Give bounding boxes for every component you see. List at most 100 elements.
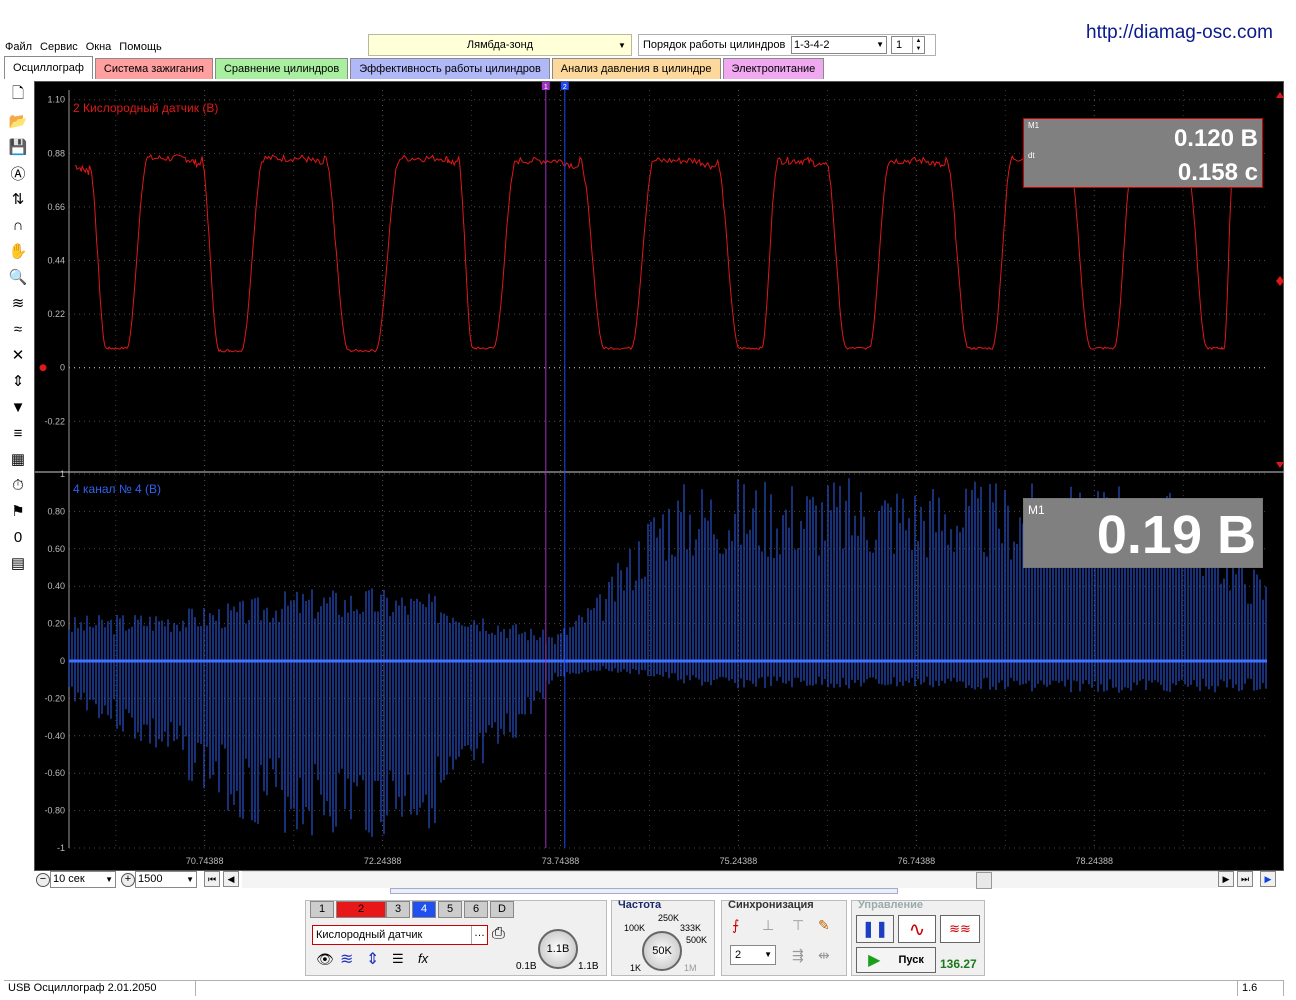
play-forward-button[interactable]: ▶ — [1260, 871, 1276, 887]
sync-title: Синхронизация — [728, 899, 814, 911]
channel-button-1[interactable]: 1 — [310, 901, 334, 918]
freq-label-1m: 1M — [684, 963, 697, 973]
frequency-title: Частота — [618, 899, 662, 911]
sync-shift-icon[interactable]: ⇶ — [792, 947, 804, 964]
table-icon[interactable]: ▦ — [6, 446, 30, 472]
eye-icon[interactable]: 👁 — [316, 951, 334, 968]
control-panel: Управление ❚❚ ∿ ≋≋ ▶ Пуск 136.27 — [851, 899, 985, 976]
zoom-in-time-button[interactable]: + — [121, 873, 135, 887]
points-select[interactable]: 1500 ▼ — [135, 871, 197, 888]
hand-icon[interactable]: ✋ — [6, 238, 30, 264]
freq-label-250k: 250K — [658, 913, 680, 923]
oscilloscope-plot[interactable]: 70.74388 72.24388 73.74388 75.24388 76.74388… — [35, 82, 1285, 872]
channel-button-2[interactable]: 2 — [336, 901, 386, 918]
new-file-icon[interactable]: 🗋 — [6, 82, 30, 108]
single-wave-button[interactable]: ∿ — [898, 915, 936, 943]
menu-file[interactable]: Файл — [4, 41, 33, 53]
flag-icon[interactable]: ⚑ — [6, 498, 30, 524]
function-icon[interactable]: fx — [418, 951, 428, 966]
open-folder-icon[interactable]: 📂 — [6, 108, 30, 134]
cylinder-order-select[interactable]: 1-3-4-2 ▼ — [791, 36, 887, 54]
tab-5[interactable]: Анализ давления в цилиндре — [551, 58, 721, 79]
site-url[interactable]: http://diamag-osc.com — [1086, 22, 1273, 44]
freq-label-333k: 333K — [680, 923, 702, 933]
cylinder-order-label: Порядок работы цилиндров — [643, 39, 786, 51]
oscilloscope-screen[interactable]: 70.74388 72.24388 73.74388 75.24388 76.74388… — [34, 81, 1285, 872]
grid-lines-icon[interactable]: ☰ — [392, 951, 404, 967]
menu-service[interactable]: Сервис — [39, 41, 79, 53]
go-start-button[interactable]: ⏮ — [204, 871, 220, 887]
y-tick-label: 0.20 — [47, 619, 65, 629]
trigger-auto-icon[interactable]: ✎ — [818, 917, 830, 934]
zero-marker-icon[interactable]: 0 — [6, 524, 30, 550]
tab-1[interactable]: Осциллограф — [4, 56, 93, 79]
more-icon[interactable]: … — [471, 926, 487, 944]
preset-select[interactable]: Лямбда-зонд ▼ — [368, 34, 632, 56]
channel-button-3[interactable]: 3 — [386, 901, 410, 918]
auto-scale-icon[interactable]: Ⓐ — [6, 160, 30, 186]
level-icon[interactable]: ⇕ — [6, 368, 30, 394]
zoom-out-time-button[interactable]: − — [36, 873, 50, 887]
notes-icon[interactable]: ▤ — [6, 550, 30, 576]
cursor-measure-icon[interactable]: ⇅ — [6, 186, 30, 212]
y-tick-label: -0.22 — [44, 416, 65, 426]
freq-label-100k: 100K — [624, 923, 646, 933]
x-tick-label: 72.24388 — [364, 856, 402, 866]
frequency-knob-value: 50K — [652, 945, 672, 957]
scale-up-marker — [1276, 92, 1284, 98]
sensor-config-icon[interactable]: ⎙ — [492, 925, 505, 943]
vertical-shift-icon[interactable]: ⇕ — [366, 949, 379, 969]
y-tick-label: 1.10 — [47, 95, 65, 105]
channel-button-6[interactable]: 6 — [464, 901, 488, 918]
chevron-down-icon: ▼ — [876, 40, 884, 49]
tab-6[interactable]: Электропитание — [722, 58, 825, 79]
start-button[interactable]: ▶ Пуск — [856, 947, 936, 973]
continuous-wave-button[interactable]: ≋≋ — [940, 915, 980, 943]
wave-overlay-icon[interactable]: ≋ — [6, 290, 30, 316]
sensor-select[interactable]: Кислородный датчик … — [312, 925, 488, 945]
preset-value: Лямбда-зонд — [466, 39, 534, 51]
status-empty — [196, 981, 1238, 996]
tab-2[interactable]: Система зажигания — [94, 58, 213, 79]
menu-windows[interactable]: Окна — [85, 41, 113, 53]
menu-help[interactable]: Помощь — [118, 41, 163, 53]
invert-wave-icon[interactable]: ≋ — [340, 949, 353, 969]
pause-button[interactable]: ❚❚ — [856, 915, 894, 943]
channel-button-4[interactable]: 4 — [412, 901, 436, 918]
panel-splitter[interactable] — [390, 888, 898, 894]
time-scrollbar[interactable] — [242, 871, 1218, 889]
scroll-right-button[interactable]: ▶ — [1218, 871, 1234, 887]
time-scroll-thumb[interactable] — [976, 872, 992, 889]
frequency-knob[interactable]: 50K — [642, 931, 682, 971]
tab-4[interactable]: Эффективность работы цилиндров — [350, 58, 550, 79]
save-icon[interactable]: 💾 — [6, 134, 30, 160]
sync-center-icon[interactable]: ⇹ — [818, 947, 830, 964]
scroll-left-button[interactable]: ◀ — [223, 871, 239, 887]
time-per-div-select[interactable]: 10 сек ▼ — [50, 871, 116, 888]
trigger-falling-icon[interactable]: ⊤ — [792, 917, 804, 934]
auto-timer-icon[interactable]: ⏱ — [6, 472, 30, 498]
status-version: 1.6 — [1238, 981, 1284, 996]
stack-icon[interactable]: ≡ — [6, 420, 30, 446]
arc-icon[interactable]: ∩ — [6, 212, 30, 238]
wave-cross-icon[interactable]: ✕ — [6, 342, 30, 368]
zoom-icon[interactable]: 🔍 — [6, 264, 30, 290]
cylinder-order-value: 1-3-4-2 — [794, 39, 830, 51]
trigger-level-icon[interactable]: ⊥ — [762, 917, 774, 934]
voltage-knob[interactable]: 1.1В — [538, 929, 578, 969]
cylinder-spinner[interactable]: 1 ▲ ▼ — [891, 36, 925, 54]
voltage-knob-min: 0.1В — [516, 961, 537, 972]
channel-button-D[interactable]: D — [490, 901, 514, 918]
go-end-button[interactable]: ⏭ — [1237, 871, 1253, 887]
filter-icon[interactable]: ▼ — [6, 394, 30, 420]
y-tick-label: -0.80 — [44, 806, 65, 816]
wave-compare-icon[interactable]: ≈ — [6, 316, 30, 342]
chevron-down-icon: ▼ — [764, 950, 772, 959]
tab-3[interactable]: Сравнение цилиндров — [214, 58, 349, 79]
sync-channel-select[interactable]: 2 ▼ — [730, 945, 776, 965]
spinner-arrows-icon[interactable]: ▲ ▼ — [912, 37, 924, 53]
channel-button-5[interactable]: 5 — [438, 901, 462, 918]
ch2-zero-marker — [39, 364, 47, 372]
trigger-rising-icon[interactable]: ⨍ — [732, 917, 739, 934]
menu-bar: Файл Сервис Окна Помощь — [4, 38, 163, 56]
